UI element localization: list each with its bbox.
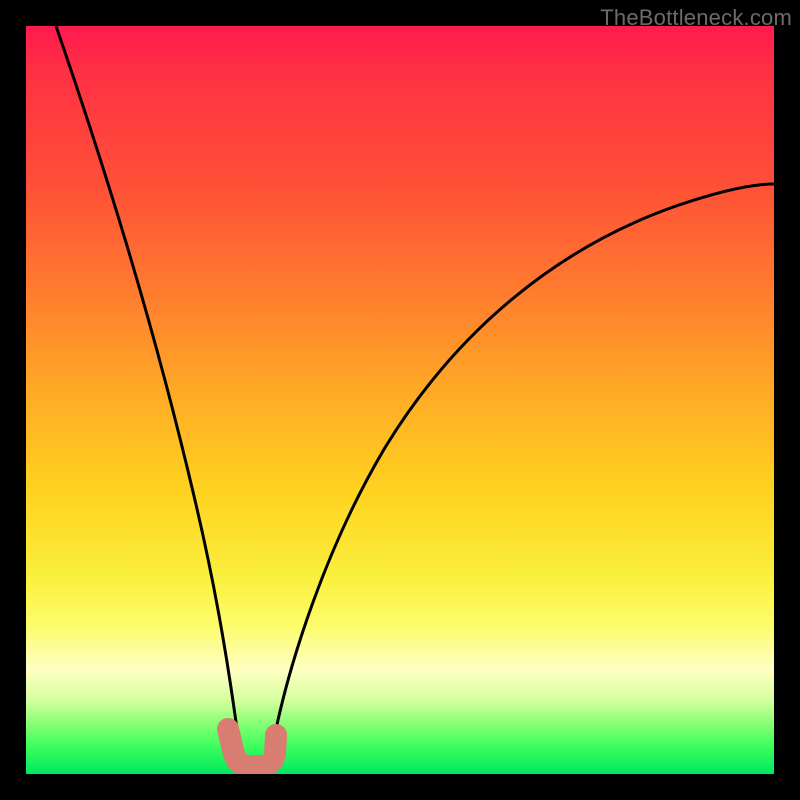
chart-plot-area <box>26 26 774 774</box>
curve-left-branch <box>56 26 239 744</box>
watermark-text: TheBottleneck.com <box>600 5 792 31</box>
curve-right-branch <box>273 184 774 744</box>
chart-frame: TheBottleneck.com <box>0 0 800 800</box>
chart-curves <box>26 26 774 774</box>
valley-bracket <box>228 729 276 766</box>
